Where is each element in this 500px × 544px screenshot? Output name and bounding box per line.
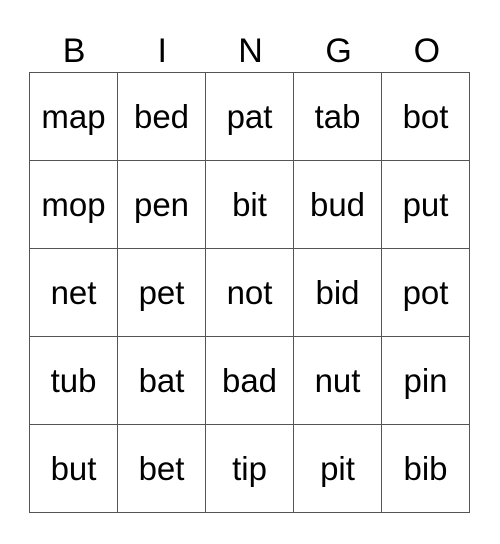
grid-cell: bed: [117, 72, 206, 161]
grid-cell: map: [29, 72, 118, 161]
grid-cell: bid: [293, 248, 382, 337]
grid-cell: bit: [205, 160, 294, 249]
grid-row: tub bat bad nut pin: [29, 336, 470, 425]
grid-cell: nut: [293, 336, 382, 425]
grid-cell: bat: [117, 336, 206, 425]
grid-cell: not: [205, 248, 294, 337]
grid-cell: bot: [381, 72, 470, 161]
header-letter-o: O: [413, 32, 441, 70]
grid-cell: but: [29, 424, 118, 513]
grid-cell: pot: [381, 248, 470, 337]
grid-cell: pit: [293, 424, 382, 513]
grid-cell: net: [29, 248, 118, 337]
grid-cell: bib: [381, 424, 470, 513]
grid-row: mop pen bit bud put: [29, 160, 470, 249]
grid-cell: tab: [293, 72, 382, 161]
grid-row: but bet tip pit bib: [29, 424, 470, 513]
grid-cell: pin: [381, 336, 470, 425]
grid-cell: tip: [205, 424, 294, 513]
grid-cell: bet: [117, 424, 206, 513]
grid-row: net pet not bid pot: [29, 248, 470, 337]
grid-cell: tub: [29, 336, 118, 425]
header-letter-i: I: [157, 32, 167, 70]
grid-cell: bud: [293, 160, 382, 249]
grid-cell: pat: [205, 72, 294, 161]
grid-cell: bad: [205, 336, 294, 425]
grid-cell: put: [381, 160, 470, 249]
header-letter-b: B: [62, 32, 86, 70]
grid-cell: mop: [29, 160, 118, 249]
header-letter-g: G: [325, 32, 352, 70]
bingo-header: B I N G O: [30, 30, 471, 73]
grid-cell: pet: [117, 248, 206, 337]
grid-cell: pen: [117, 160, 206, 249]
grid-row: map bed pat tab bot: [29, 72, 470, 161]
bingo-card-grid: map bed pat tab bot mop pen bit bud put …: [29, 72, 470, 513]
header-letter-n: N: [238, 32, 263, 70]
